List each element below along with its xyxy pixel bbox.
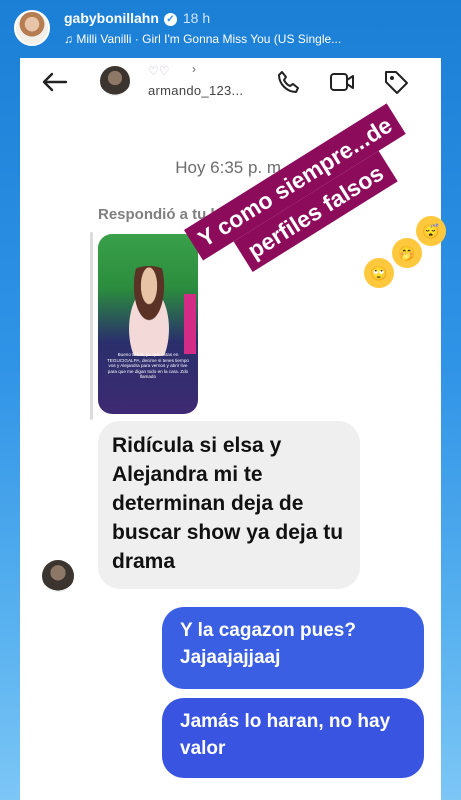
phone-icon[interactable] xyxy=(274,68,302,96)
eye-roll-emoji-icon: 🙄 xyxy=(364,258,394,288)
story-thumbnail-photo xyxy=(118,266,180,356)
back-arrow-icon[interactable] xyxy=(42,72,68,92)
tag-icon[interactable] xyxy=(382,68,410,96)
sender-avatar[interactable] xyxy=(42,560,74,592)
music-title: Milli Vanilli · Girl I'm Gonna Miss You … xyxy=(76,32,342,46)
story-username[interactable]: gabybonillahn xyxy=(64,10,159,26)
sleeping-emoji-icon: 😴 xyxy=(416,216,446,246)
story-avatar[interactable] xyxy=(14,10,50,46)
verified-icon: ✓ xyxy=(163,13,177,26)
reply-quote-line xyxy=(90,232,93,420)
dm-top-bar: ♡♡ › armando_123... xyxy=(20,58,441,112)
replied-story-thumbnail[interactable]: Bueno Elsita, ya que estas en TEGUCIGALP… xyxy=(98,234,198,414)
story-username-row[interactable]: gabybonillahn ✓ 18 h xyxy=(64,10,210,26)
hand-over-mouth-emoji-icon: 🤭 xyxy=(392,238,422,268)
story-music[interactable]: ♫ Milli Vanilli · Girl I'm Gonna Miss Yo… xyxy=(64,32,394,46)
story-header: gabybonillahn ✓ 18 h ♫ Milli Vanilli · Gir… xyxy=(0,0,461,52)
dm-avatar[interactable] xyxy=(100,66,130,96)
outgoing-message-2[interactable]: Jamás lo haran, no hay valor xyxy=(162,698,424,778)
dm-username[interactable]: armando_123... xyxy=(148,83,243,98)
dm-hearts: ♡♡ xyxy=(148,64,170,78)
chevron-right-icon[interactable]: › xyxy=(192,62,196,76)
story-thumbnail-caption: Bueno Elsita, ya que estas en TEGUCIGALP… xyxy=(107,352,189,380)
incoming-message[interactable]: Ridícula si elsa y Alejandra mi te deter… xyxy=(98,421,360,589)
outgoing-message-1[interactable]: Y la cagazon pues? Jajaajajjaaj xyxy=(162,607,424,689)
story-thumbnail-decor xyxy=(184,294,196,354)
video-icon[interactable] xyxy=(328,68,356,96)
story-time: 18 h xyxy=(182,10,211,26)
music-icon: ♫ xyxy=(64,32,77,46)
